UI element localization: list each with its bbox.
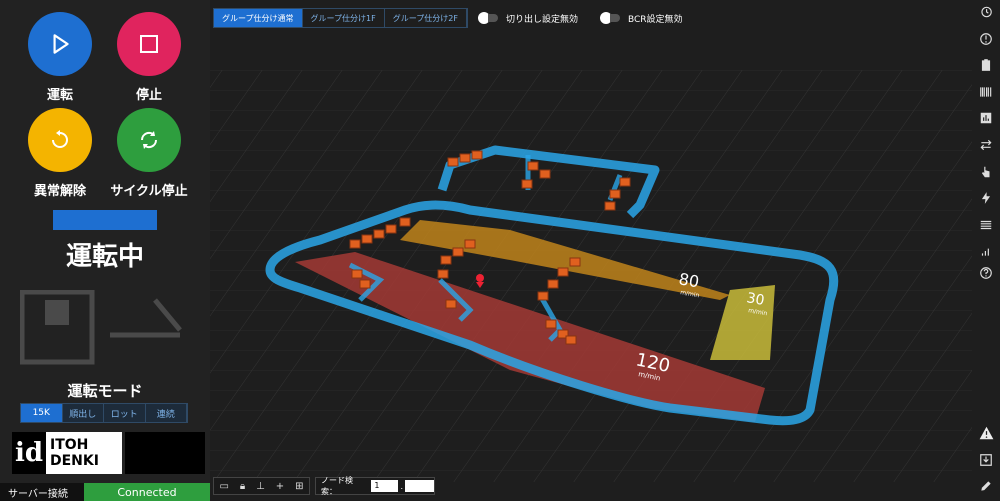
connection-status: Connected (84, 483, 210, 501)
package-box (385, 224, 397, 234)
bolt-icon[interactable] (978, 190, 994, 206)
placeholder-graphic-icon (20, 290, 182, 365)
play-icon (28, 12, 92, 76)
toggle-track (609, 14, 620, 22)
logo-line1: ITOH (50, 437, 89, 453)
company-logo: id ITOH DENKI (12, 432, 122, 474)
control-panel: 運転 停止 異常解除 サイクル停止 運転中 運転モード 15K 順出し ロット … (0, 0, 210, 501)
list-icon[interactable] (978, 217, 994, 233)
mode-title: 運転モード (67, 382, 143, 400)
package-box (399, 217, 411, 227)
conveyor-3d-view[interactable]: 80 m/min 30 m/min 120 m/min (210, 30, 972, 482)
package-box (545, 319, 557, 329)
logo-mark: id (12, 432, 46, 474)
package-box (547, 279, 559, 289)
mode-tab-lot[interactable]: ロット (104, 404, 146, 422)
package-box (604, 201, 616, 211)
package-box (351, 269, 363, 279)
barcode-icon[interactable] (978, 84, 994, 100)
align-bottom-icon[interactable]: ⊥ (256, 481, 265, 492)
package-box (557, 267, 569, 277)
package-box (361, 234, 373, 244)
node-search: ノード検索： 1 . (315, 476, 435, 496)
stop-icon (117, 12, 181, 76)
top-toolbar: グループ仕分け通常 グループ仕分け1F グループ仕分け2F 切り出し設定無効 B… (213, 8, 683, 28)
mode-tab-sequential[interactable]: 順出し (63, 404, 104, 422)
package-box (373, 229, 385, 239)
node-search-separator: . (400, 481, 404, 491)
reset-label: 異常解除 (33, 184, 86, 199)
group-tabs: グループ仕分け通常 グループ仕分け1F グループ仕分け2F (213, 8, 468, 28)
view-tools: ▭ 🔒︎ ⊥ + ⊞ (213, 477, 310, 495)
right-toolbar (972, 0, 1000, 501)
cycle-icon (117, 108, 181, 172)
cycle-stop-label: サイクル停止 (110, 184, 188, 199)
package-box (565, 335, 577, 345)
package-box (539, 169, 551, 179)
run-label: 運転 (46, 88, 73, 103)
bar-chart-icon[interactable] (978, 110, 994, 126)
edit-icon[interactable] (978, 478, 994, 494)
cutout-toggle[interactable]: 切り出し設定無効 (477, 12, 578, 25)
minus-box-icon[interactable]: ▭ (219, 481, 228, 492)
package-box (359, 279, 371, 289)
lock-icon[interactable]: 🔒︎ (240, 481, 245, 492)
package-box (521, 179, 533, 189)
logo-placeholder (125, 432, 205, 474)
toggle-track (487, 14, 498, 22)
help-icon[interactable] (978, 265, 994, 281)
logo-text: ITOH DENKI (46, 437, 122, 469)
swap-icon[interactable] (978, 137, 994, 153)
package-box (609, 189, 621, 199)
reset-icon (28, 108, 92, 172)
bcr-toggle[interactable]: BCR設定無効 (599, 12, 683, 25)
package-box (464, 239, 476, 249)
mode-tab-15k[interactable]: 15K (21, 404, 63, 422)
package-box (459, 153, 471, 163)
tab-group-2f[interactable]: グループ仕分け2F (385, 9, 467, 27)
package-box (452, 247, 464, 257)
package-box (471, 150, 483, 160)
history-icon[interactable] (978, 4, 994, 20)
package-box (537, 291, 549, 301)
package-box (619, 177, 631, 187)
server-connection-label: サーバー接続 (0, 483, 84, 501)
status-indicator (53, 210, 157, 230)
logo-line2: DENKI (50, 453, 99, 469)
server-connection-bar: サーバー接続 Connected (0, 483, 210, 501)
package-box (569, 257, 581, 267)
run-button[interactable]: 運転 (20, 12, 100, 103)
node-search-input[interactable]: 1 (371, 480, 399, 492)
package-box (527, 161, 539, 171)
signal-icon[interactable] (978, 243, 994, 259)
add-box-icon[interactable]: ⊞ (295, 481, 303, 492)
bcr-toggle-label: BCR設定無効 (627, 14, 683, 25)
package-box (349, 239, 361, 249)
status-text: 運転中 (65, 242, 144, 272)
stop-button[interactable]: 停止 (109, 12, 189, 103)
package-box (445, 299, 457, 309)
package-box (440, 255, 452, 265)
tab-group-1f[interactable]: グループ仕分け1F (303, 9, 385, 27)
node-search-input-2[interactable] (405, 480, 434, 492)
package-box (437, 269, 449, 279)
mode-tabs: 15K 順出し ロット 連続 (20, 403, 188, 423)
package-box (447, 157, 459, 167)
tab-group-normal[interactable]: グループ仕分け通常 (214, 9, 303, 27)
touch-icon[interactable] (978, 164, 994, 180)
download-icon[interactable] (978, 452, 994, 468)
warning-icon[interactable] (978, 425, 994, 441)
clipboard-icon[interactable] (978, 57, 994, 73)
app-root: 運転 停止 異常解除 サイクル停止 運転中 運転モード 15K 順出し ロット … (0, 0, 1000, 501)
cutout-toggle-label: 切り出し設定無効 (505, 14, 578, 25)
alert-circle-icon[interactable] (978, 31, 994, 47)
cycle-stop-button[interactable]: サイクル停止 (109, 108, 189, 199)
plus-icon[interactable]: + (276, 481, 284, 492)
reset-button[interactable]: 異常解除 (20, 108, 100, 199)
stop-label: 停止 (135, 88, 162, 103)
mode-tab-continuous[interactable]: 連続 (146, 404, 187, 422)
node-search-label: ノード検索： (321, 476, 353, 496)
